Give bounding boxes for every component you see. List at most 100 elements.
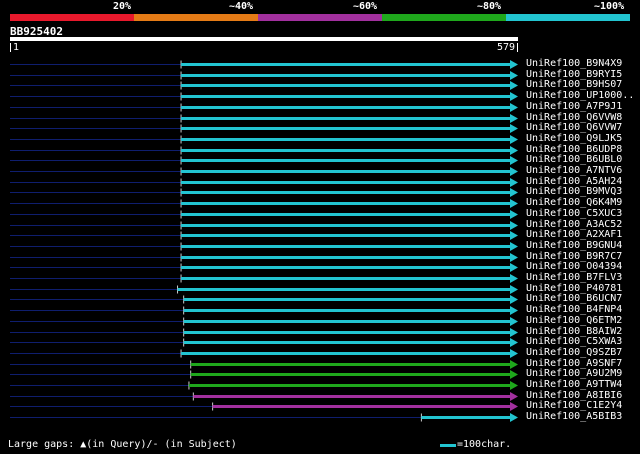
hit-aligned-segment[interactable] (188, 384, 512, 387)
hit-label[interactable]: UniRef100_B7FLV3 (526, 272, 622, 283)
hit-aligned-segment[interactable] (181, 256, 512, 259)
hit-label[interactable]: UniRef100_B9MVQ3 (526, 186, 622, 197)
hit-aligned-segment[interactable] (181, 224, 512, 227)
hit-aligned-segment[interactable] (181, 138, 512, 141)
hit-aligned-segment[interactable] (181, 266, 512, 269)
hit-label[interactable]: UniRef100_Q6K4M9 (526, 197, 622, 208)
hit-label[interactable]: UniRef100_B6UBL0 (526, 154, 622, 165)
hit-row[interactable] (10, 199, 518, 208)
hit-row[interactable] (10, 413, 518, 422)
hit-aligned-segment[interactable] (193, 395, 511, 398)
hit-aligned-segment[interactable] (181, 127, 512, 130)
hit-end-arrow (510, 274, 518, 283)
hit-row[interactable] (10, 402, 518, 411)
hit-aligned-segment[interactable] (181, 202, 512, 205)
hit-row[interactable] (10, 317, 518, 326)
hit-aligned-segment[interactable] (181, 213, 512, 216)
hit-row[interactable] (10, 295, 518, 304)
hit-aligned-segment[interactable] (181, 352, 512, 355)
hit-row[interactable] (10, 210, 518, 219)
hit-aligned-segment[interactable] (190, 363, 511, 366)
scale-bar (440, 444, 456, 447)
hit-label[interactable]: UniRef100_A5BIB3 (526, 411, 622, 422)
hit-row[interactable] (10, 231, 518, 240)
hit-label[interactable]: UniRef100_A9TTW4 (526, 379, 622, 390)
hit-label[interactable]: UniRef100_Q9LJK5 (526, 133, 622, 144)
hit-aligned-segment[interactable] (183, 309, 511, 312)
hit-label[interactable]: UniRef100_C1E2Y4 (526, 400, 622, 411)
hit-label[interactable]: UniRef100_Q6VVW7 (526, 122, 622, 133)
hit-aligned-segment[interactable] (181, 117, 512, 120)
hit-aligned-segment[interactable] (181, 245, 512, 248)
hit-label[interactable]: UniRef100_B4FNP4 (526, 304, 622, 315)
hit-row[interactable] (10, 146, 518, 155)
hit-row[interactable] (10, 124, 518, 133)
hit-aligned-segment[interactable] (181, 149, 512, 152)
hit-row[interactable] (10, 306, 518, 315)
hit-row[interactable] (10, 156, 518, 165)
hit-row[interactable] (10, 188, 518, 197)
hit-aligned-segment[interactable] (181, 63, 512, 66)
hit-aligned-segment[interactable] (183, 298, 511, 301)
hit-aligned-segment[interactable] (177, 288, 511, 291)
hit-aligned-segment[interactable] (183, 331, 511, 334)
hit-label[interactable]: UniRef100_B6UCN7 (526, 293, 622, 304)
hit-label[interactable]: UniRef100_O04394 (526, 261, 622, 272)
hit-aligned-segment[interactable] (181, 170, 512, 173)
hit-label[interactable]: UniRef100_A7NTV6 (526, 165, 622, 176)
hit-row[interactable] (10, 71, 518, 80)
hit-aligned-segment[interactable] (181, 234, 512, 237)
hit-row[interactable] (10, 360, 518, 369)
hit-end-arrow (510, 370, 518, 379)
hit-row[interactable] (10, 381, 518, 390)
hit-row[interactable] (10, 92, 518, 101)
hit-row[interactable] (10, 328, 518, 337)
hit-aligned-segment[interactable] (183, 341, 511, 344)
hit-label[interactable]: UniRef100_A7P9J1 (526, 101, 622, 112)
large-gaps-legend: Large gaps: ▲(in Query)/‐ (in Subject) (8, 439, 237, 450)
hit-row[interactable] (10, 253, 518, 262)
hit-end-arrow (510, 81, 518, 90)
hit-aligned-segment[interactable] (183, 320, 511, 323)
hit-aligned-segment[interactable] (181, 106, 512, 109)
hit-aligned-segment[interactable] (212, 405, 511, 408)
hit-row[interactable] (10, 81, 518, 90)
hit-label[interactable]: UniRef100_Q6ETM2 (526, 315, 622, 326)
hit-row[interactable] (10, 103, 518, 112)
hit-row[interactable] (10, 285, 518, 294)
hit-row[interactable] (10, 392, 518, 401)
hit-aligned-segment[interactable] (181, 159, 512, 162)
hit-row[interactable] (10, 338, 518, 347)
hit-end-arrow (510, 381, 518, 390)
hit-aligned-segment[interactable] (181, 74, 512, 77)
hit-row[interactable] (10, 178, 518, 187)
hit-aligned-segment[interactable] (181, 95, 512, 98)
hit-end-arrow (510, 92, 518, 101)
hit-label[interactable]: UniRef100_A2XAF1 (526, 229, 622, 240)
hit-row[interactable] (10, 242, 518, 251)
hit-row[interactable] (10, 221, 518, 230)
hit-aligned-segment[interactable] (181, 181, 512, 184)
hit-label[interactable]: UniRef100_C5XWA3 (526, 336, 622, 347)
hit-label[interactable]: UniRef100_B9HS07 (526, 79, 622, 90)
hit-row[interactable] (10, 135, 518, 144)
hit-label[interactable]: UniRef100_UP1000.. (526, 90, 634, 101)
hit-aligned-segment[interactable] (421, 416, 511, 419)
hit-label[interactable]: UniRef100_A9U2M9 (526, 368, 622, 379)
hit-row[interactable] (10, 274, 518, 283)
hit-aligned-segment[interactable] (190, 373, 511, 376)
hit-row[interactable] (10, 349, 518, 358)
hit-row[interactable] (10, 263, 518, 272)
hit-label[interactable]: UniRef100_Q9SZB7 (526, 347, 622, 358)
hit-label[interactable]: UniRef100_B9N4X9 (526, 58, 622, 69)
hit-row[interactable] (10, 370, 518, 379)
hit-row[interactable] (10, 60, 518, 69)
hit-aligned-segment[interactable] (181, 277, 512, 280)
hit-label[interactable]: UniRef100_C5XUC3 (526, 208, 622, 219)
hit-aligned-segment[interactable] (181, 191, 512, 194)
hit-label[interactable]: UniRef100_B9GNU4 (526, 240, 622, 251)
hit-row[interactable] (10, 167, 518, 176)
hit-row[interactable] (10, 114, 518, 123)
hit-end-arrow (510, 210, 518, 219)
hit-aligned-segment[interactable] (181, 84, 512, 87)
